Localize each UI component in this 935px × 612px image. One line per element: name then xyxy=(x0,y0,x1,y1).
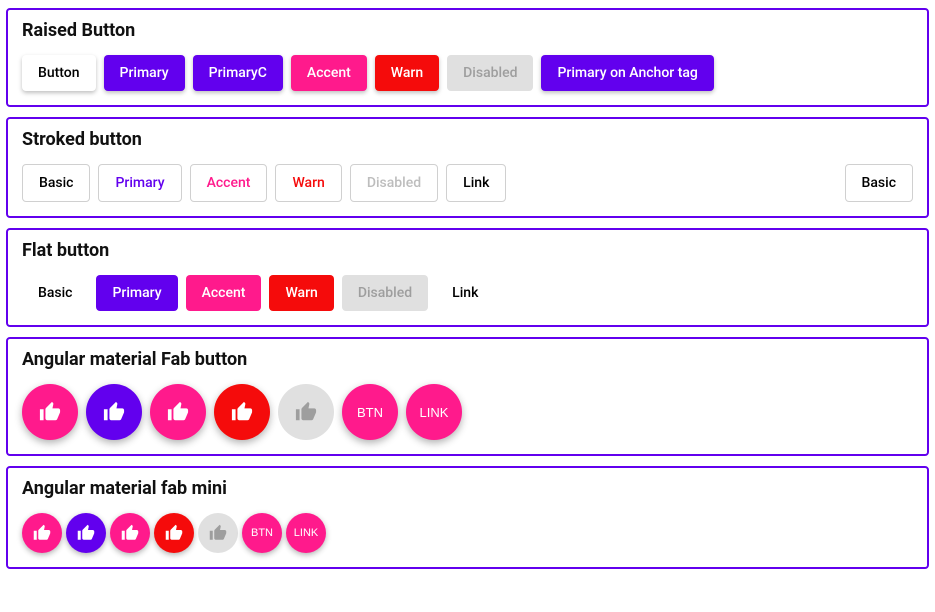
fab-mini-disabled xyxy=(198,513,238,553)
thumb-up-icon xyxy=(77,524,95,542)
fab-mini-warn[interactable] xyxy=(154,513,194,553)
thumb-up-icon xyxy=(167,401,189,423)
raised-warn-button[interactable]: Warn xyxy=(375,55,439,91)
fab-title: Angular material Fab button xyxy=(22,349,913,370)
thumb-up-icon xyxy=(39,401,61,423)
fab-mini-card: Angular material fab mini BTN LINK xyxy=(6,466,929,569)
raised-primaryc-button[interactable]: PrimaryC xyxy=(193,55,283,91)
flat-primary-button[interactable]: Primary xyxy=(96,275,177,311)
thumb-up-icon xyxy=(295,401,317,423)
raised-anchor-button[interactable]: Primary on Anchor tag xyxy=(541,55,713,91)
fab-mini-title: Angular material fab mini xyxy=(22,478,913,499)
fab-mini-btn[interactable]: BTN xyxy=(242,513,282,553)
raised-disabled-button: Disabled xyxy=(447,55,533,91)
fab-disabled xyxy=(278,384,334,440)
stroked-basic-button[interactable]: Basic xyxy=(22,164,90,202)
stroked-accent-button[interactable]: Accent xyxy=(190,164,268,202)
raised-title: Raised Button xyxy=(22,20,913,41)
fab-link[interactable]: LINK xyxy=(406,384,462,440)
stroked-link-button[interactable]: Link xyxy=(446,164,506,202)
raised-row: Button Primary PrimaryC Accent Warn Disa… xyxy=(22,55,913,91)
fab-card: Angular material Fab button BTN LINK xyxy=(6,337,929,456)
thumb-up-icon xyxy=(33,524,51,542)
thumb-up-icon xyxy=(103,401,125,423)
flat-disabled-button: Disabled xyxy=(342,275,428,311)
stroked-button-card: Stroked button Basic Primary Accent Warn… xyxy=(6,117,929,218)
flat-link-button[interactable]: Link xyxy=(436,275,494,311)
fab-btn[interactable]: BTN xyxy=(342,384,398,440)
raised-button-card: Raised Button Button Primary PrimaryC Ac… xyxy=(6,8,929,107)
thumb-up-icon xyxy=(121,524,139,542)
fab-primary[interactable] xyxy=(86,384,142,440)
fab-accent-2[interactable] xyxy=(150,384,206,440)
flat-basic-button[interactable]: Basic xyxy=(22,275,88,311)
fab-mini-accent-2[interactable] xyxy=(110,513,150,553)
stroked-disabled-button: Disabled xyxy=(350,164,438,202)
raised-accent-button[interactable]: Accent xyxy=(291,55,367,91)
stroked-warn-button[interactable]: Warn xyxy=(275,164,341,202)
raised-basic-button[interactable]: Button xyxy=(22,55,96,91)
flat-row: Basic Primary Accent Warn Disabled Link xyxy=(22,275,913,311)
stroked-title: Stroked button xyxy=(22,129,913,150)
raised-primary-button[interactable]: Primary xyxy=(104,55,185,91)
thumb-up-icon xyxy=(165,524,183,542)
fab-mini-link[interactable]: LINK xyxy=(286,513,326,553)
flat-button-card: Flat button Basic Primary Accent Warn Di… xyxy=(6,228,929,327)
fab-mini-primary[interactable] xyxy=(66,513,106,553)
thumb-up-icon xyxy=(209,524,227,542)
fab-row: BTN LINK xyxy=(22,384,913,440)
fab-mini-row: BTN LINK xyxy=(22,513,913,553)
fab-mini-accent-1[interactable] xyxy=(22,513,62,553)
fab-accent-1[interactable] xyxy=(22,384,78,440)
stroked-row: Basic Primary Accent Warn Disabled Link … xyxy=(22,164,913,202)
thumb-up-icon xyxy=(231,401,253,423)
stroked-basic-right-button[interactable]: Basic xyxy=(845,164,913,202)
flat-title: Flat button xyxy=(22,240,913,261)
flat-warn-button[interactable]: Warn xyxy=(269,275,333,311)
flat-accent-button[interactable]: Accent xyxy=(186,275,262,311)
fab-warn[interactable] xyxy=(214,384,270,440)
stroked-primary-button[interactable]: Primary xyxy=(98,164,181,202)
